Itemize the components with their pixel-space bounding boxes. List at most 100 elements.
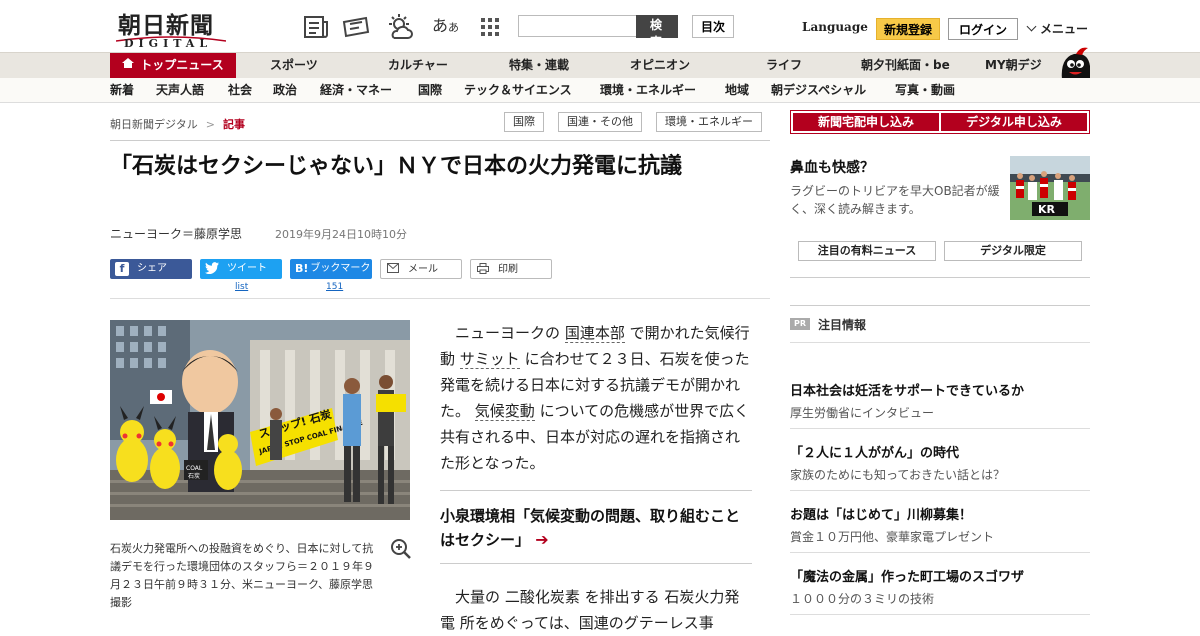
subnav-tenseijingo[interactable]: 天声人語 — [156, 78, 204, 102]
chevron-down-icon — [1026, 21, 1037, 32]
subnav-latest[interactable]: 新着 — [110, 78, 134, 102]
site-header: 朝日新聞 DIGITAL ああ 検 索 目次 Language 新規登録 ログイ… — [0, 0, 1200, 52]
pr-heading: 注目情報 — [818, 318, 867, 332]
print-button[interactable]: 印刷 — [470, 259, 552, 279]
tag-environment[interactable]: 環境・エネルギー — [656, 112, 762, 132]
promo-image[interactable]: KR — [1010, 156, 1090, 220]
register-button[interactable]: 新規登録 — [876, 18, 940, 40]
logo-digital: DIGITAL — [124, 37, 213, 50]
mail-share-button[interactable]: メール — [380, 259, 462, 279]
menu-label: メニュー — [1040, 22, 1089, 36]
menu-button[interactable]: メニュー — [1026, 20, 1089, 37]
breadcrumb-home[interactable]: 朝日新聞デジタル — [110, 118, 198, 131]
article-paragraph-1: ニューヨークの 国連本部 で開かれた気候行動 サミット に合わせて２３日、石炭を… — [440, 320, 752, 476]
search-button[interactable]: 検 索 — [636, 15, 678, 49]
hatena-bookmark-button[interactable]: B! ブックマーク — [290, 259, 372, 279]
facebook-share-button[interactable]: f シェア — [110, 259, 192, 279]
divider — [790, 277, 1090, 278]
promo-title[interactable]: 鼻血も快感？ — [790, 157, 874, 177]
subnav-tech-science[interactable]: テック＆サイエンス — [464, 78, 572, 102]
pr-item[interactable]: お題は「はじめて」川柳募集！ 賞金１０万円他、豪華家電プレゼント — [790, 504, 1090, 545]
text-run: を排出する — [584, 588, 660, 606]
pr-item-title: お題は「はじめて」川柳募集！ — [790, 508, 973, 523]
subnav-economy[interactable]: 経済・マネー — [320, 78, 392, 102]
promo-image-badge: KR — [1038, 203, 1056, 216]
newspaper-icon[interactable] — [302, 14, 330, 40]
subscribe-box: 新聞宅配申し込み デジタル申し込み — [790, 110, 1090, 134]
photo-sign-coal: COAL — [186, 465, 203, 472]
article-photo[interactable]: ストップ! 石炭 JAPAN STOP COAL FINANCE COAL 石炭 — [110, 320, 410, 520]
nav-sports[interactable]: スポーツ — [270, 53, 318, 78]
digital-only-button[interactable]: デジタル限定 — [944, 241, 1082, 261]
divider — [790, 490, 1090, 491]
pr-item-desc: １０００分の３ミリの技術 — [790, 592, 935, 606]
ticket-icon[interactable] — [342, 14, 370, 40]
toc-button[interactable]: 目次 — [692, 15, 734, 38]
twitter-share-label: ツイート — [227, 263, 267, 274]
subnav-society[interactable]: 社会 — [228, 78, 252, 102]
subscribe-digital-button[interactable]: デジタル申し込み — [941, 113, 1087, 131]
subnav-international[interactable]: 国際 — [418, 78, 442, 102]
zoom-icon[interactable] — [390, 538, 412, 560]
divider — [790, 552, 1090, 553]
twitter-icon — [205, 262, 219, 276]
subnav-environment[interactable]: 環境・エネルギー — [600, 78, 696, 102]
article-byline: ニューヨーク＝藤原学思 — [110, 227, 243, 241]
article-date: 2019年9月24日10時10分 — [275, 228, 407, 241]
photo-caption: 石炭火力発電所への投融資をめぐり、日本に対して抗議デモを行った環境団体のスタッフ… — [110, 542, 374, 609]
subnav-region[interactable]: 地域 — [725, 78, 749, 102]
subnav-politics[interactable]: 政治 — [273, 78, 297, 102]
nav-papers[interactable]: 朝夕刊紙面・be — [861, 53, 950, 78]
mascot-icon[interactable] — [1058, 44, 1092, 80]
nav-top-news[interactable]: トップニュース — [110, 53, 236, 78]
subscribe-paper-button[interactable]: 新聞宅配申し込み — [793, 113, 939, 131]
text-run: ニューヨークの — [455, 324, 561, 342]
tag-un-other[interactable]: 国連・その他 — [558, 112, 642, 132]
subnav-special[interactable]: 朝デジスペシャル — [771, 78, 866, 102]
weather-icon[interactable] — [386, 14, 414, 40]
divider — [110, 140, 770, 141]
pr-item[interactable]: 「魔法の金属」作った町工場のスゴワザ １０００分の３ミリの技術 — [790, 566, 1090, 607]
subnav-photo-video[interactable]: 写真・動画 — [895, 78, 955, 102]
font-size-label-small: あ — [448, 21, 460, 34]
breadcrumb-current: 記事 — [223, 118, 245, 131]
text-run: 所をめぐっては、国連のグテーレス事 — [459, 614, 714, 632]
text-run: 大量の — [455, 588, 501, 606]
promo-description[interactable]: ラグビーのトリビアを早大OB記者が緩く、深く読み解きます。 — [790, 182, 1000, 218]
nav-my-asahi[interactable]: MY朝デジ — [985, 53, 1042, 78]
print-label: 印刷 — [498, 264, 518, 275]
photo-sign-sekitan: 石炭 — [188, 473, 200, 480]
pr-item[interactable]: 日本社会は妊活をサポートできているか 厚生労働省にインタビュー — [790, 380, 1090, 421]
nav-opinion[interactable]: オピニオン — [630, 53, 690, 78]
site-logo[interactable]: 朝日新聞 DIGITAL — [110, 6, 230, 50]
twitter-share-button[interactable]: ツイート — [200, 259, 282, 279]
nav-life[interactable]: ライフ — [766, 53, 802, 78]
font-size-toggle[interactable]: ああ — [432, 12, 459, 36]
facebook-icon: f — [115, 262, 129, 276]
hatena-icon: B! — [295, 262, 309, 275]
mail-icon — [386, 263, 400, 277]
twitter-count[interactable]: list — [235, 282, 248, 292]
divider — [440, 490, 752, 491]
home-icon — [122, 58, 135, 68]
related-article-link[interactable]: 小泉環境相「気候変動の問題、取り組むことはセクシー」 ➔ — [440, 504, 752, 552]
keyword-link-summit[interactable]: サミット — [459, 350, 520, 369]
breadcrumb: 朝日新聞デジタル > 記事 — [110, 116, 245, 132]
mail-share-label: メール — [408, 264, 438, 275]
facebook-share-label: シェア — [137, 263, 167, 274]
paid-news-button[interactable]: 注目の有料ニュース — [798, 241, 936, 261]
language-link[interactable]: Language — [802, 20, 868, 34]
nav-culture[interactable]: カルチャー — [388, 53, 448, 78]
pr-item[interactable]: 「２人に１人ががん」の時代 家族のためにも知っておきたい話とは？ — [790, 442, 1090, 483]
article-headline: 「石炭はセクシーじゃない」ＮＹで日本の火力発電に抗議 — [110, 154, 683, 179]
keyword-link-un-hq[interactable]: 国連本部 — [564, 324, 625, 343]
nav-features[interactable]: 特集・連載 — [509, 53, 569, 78]
tag-international[interactable]: 国際 — [504, 112, 544, 132]
login-button[interactable]: ログイン — [948, 18, 1018, 40]
search-input[interactable] — [518, 15, 638, 37]
hatena-count[interactable]: 151 — [326, 282, 343, 292]
keyword-link-co2[interactable]: 二酸化炭素 — [505, 588, 580, 606]
pr-item-title: 「２人に１人ががん」の時代 — [790, 446, 960, 461]
grid-menu-icon[interactable] — [478, 14, 506, 40]
keyword-link-climate-change[interactable]: 気候変動 — [474, 402, 535, 421]
